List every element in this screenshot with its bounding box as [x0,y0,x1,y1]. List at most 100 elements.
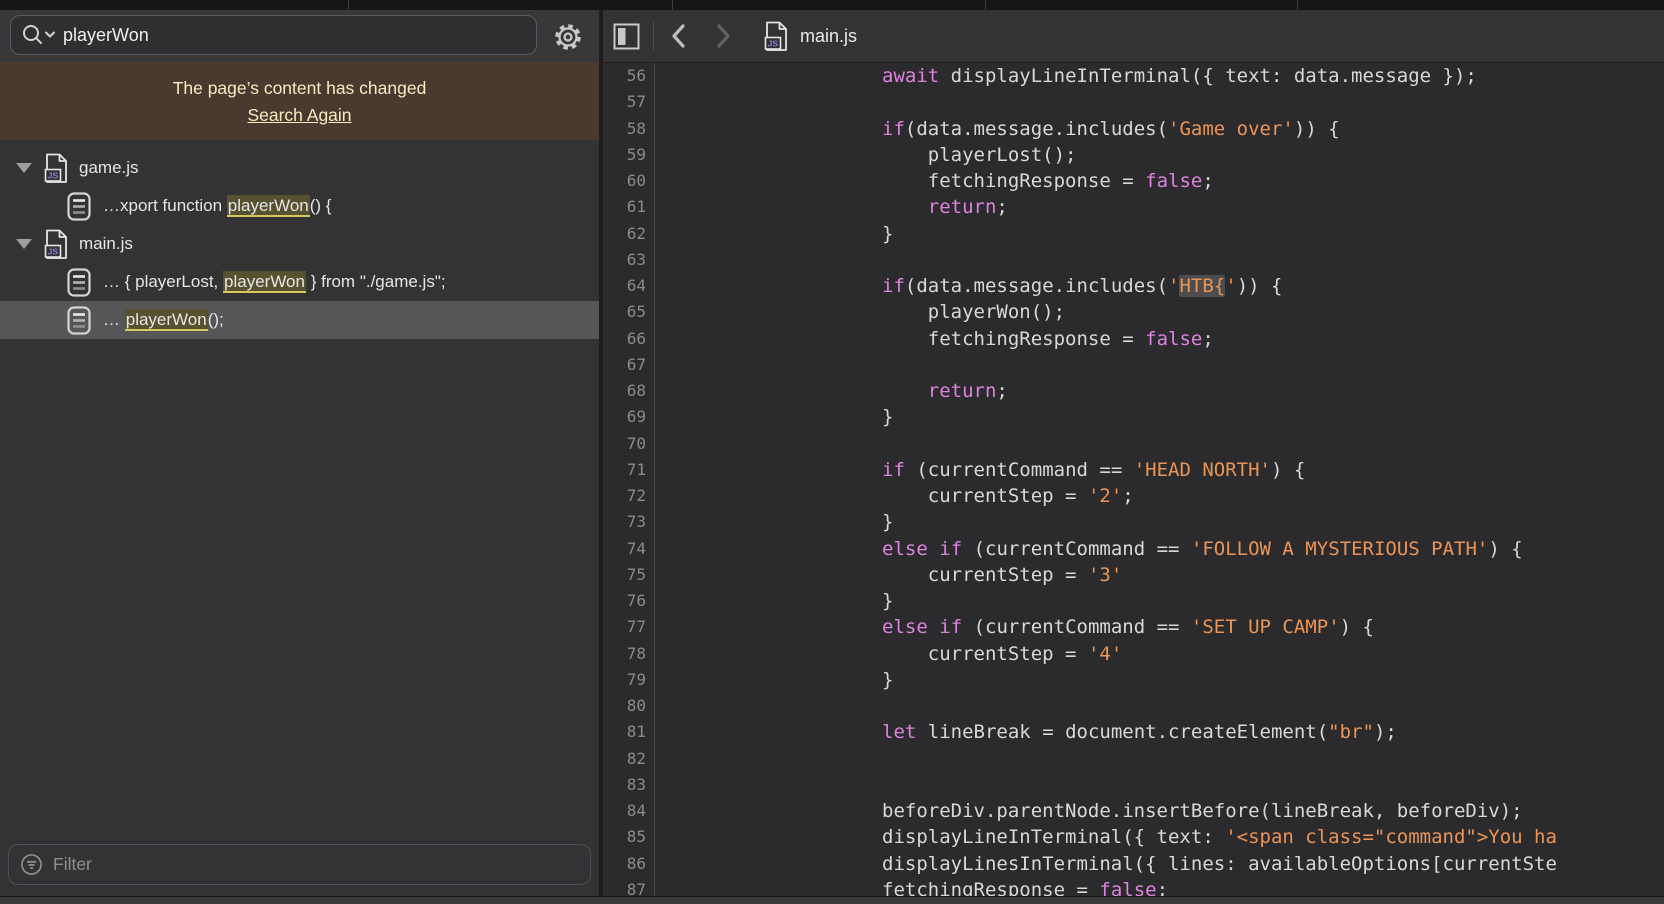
code-line: fetchingResponse = false; [699,326,1664,352]
file-result-label: main.js [79,234,133,254]
code-line: } [699,667,1664,693]
code-line: fetchingResponse = false; [699,877,1664,896]
code-content[interactable]: await displayLineInTerminal({ text: data… [655,63,1664,896]
gear-icon [552,21,584,53]
disclosure-triangle-icon[interactable] [16,239,32,249]
line-number[interactable]: 65 [603,299,646,325]
text-snippet-icon [66,191,92,222]
code-line: return; [699,378,1664,404]
search-again-link[interactable]: Search Again [247,105,351,125]
line-number[interactable]: 71 [603,457,646,483]
code-line [699,431,1664,457]
line-number[interactable]: 73 [603,509,646,535]
code-line: } [699,588,1664,614]
line-number[interactable]: 57 [603,89,646,115]
svg-text:JS: JS [48,246,59,256]
file-tab-main-js[interactable]: JS main.js [763,20,857,53]
line-number[interactable]: 77 [603,614,646,640]
line-number[interactable]: 87 [603,877,646,896]
line-number[interactable]: 75 [603,562,646,588]
inspector-window: playerWon The page’s content has changed… [0,10,1664,896]
search-input[interactable]: playerWon [10,15,537,55]
file-result-row[interactable]: JS main.js [0,225,599,263]
code-line [699,89,1664,115]
bottom-status-strip [0,896,1664,904]
code-line: currentStep = '2'; [699,483,1664,509]
line-number[interactable]: 80 [603,693,646,719]
sidebar-toggle-icon [612,21,641,52]
search-query-text[interactable]: playerWon [63,25,149,46]
text-snippet-icon [66,267,92,298]
line-number[interactable]: 58 [603,116,646,142]
line-number[interactable]: 56 [603,63,646,89]
code-line: if (currentCommand == 'HEAD NORTH') { [699,457,1664,483]
code-line: if(data.message.includes('HTB{')) { [699,273,1664,299]
line-number[interactable]: 86 [603,851,646,877]
chevron-right-icon [712,22,734,50]
line-number[interactable]: 72 [603,483,646,509]
js-file-icon: JS [43,152,70,185]
code-line: currentStep = '3' [699,562,1664,588]
code-line [699,746,1664,772]
code-line: return; [699,194,1664,220]
js-file-icon: JS [763,20,790,53]
line-number[interactable]: 60 [603,168,646,194]
line-number[interactable]: 79 [603,667,646,693]
forward-button[interactable] [712,22,734,50]
file-result-label: game.js [79,158,139,178]
line-number[interactable]: 66 [603,326,646,352]
line-number[interactable]: 67 [603,352,646,378]
line-number[interactable]: 61 [603,194,646,220]
code-line: displayLineInTerminal({ text: '<span cla… [699,824,1664,850]
code-line: currentStep = '4' [699,641,1664,667]
code-line [699,772,1664,798]
search-settings-button[interactable] [551,20,585,54]
code-line: if(data.message.includes('Game over')) { [699,116,1664,142]
match-result-text: … playerWon(); [103,310,224,330]
line-number[interactable]: 81 [603,719,646,745]
line-number[interactable]: 84 [603,798,646,824]
file-result-row[interactable]: JS game.js [0,149,599,187]
line-number[interactable]: 62 [603,221,646,247]
filter-bar: Filter [0,841,599,896]
code-editor[interactable]: 5657585960616263646566676869707172737475… [603,63,1664,896]
line-number[interactable]: 83 [603,772,646,798]
disclosure-triangle-icon[interactable] [16,163,32,173]
line-number[interactable]: 64 [603,273,646,299]
code-line [699,693,1664,719]
match-result-row[interactable]: …xport function playerWon() { [0,187,599,225]
match-result-row[interactable]: … playerWon(); [0,301,599,339]
line-number-gutter[interactable]: 5657585960616263646566676869707172737475… [603,63,655,896]
line-number[interactable]: 85 [603,824,646,850]
code-line: } [699,404,1664,430]
search-results: JSgame.js …xport function playerWon() { … [0,140,599,841]
search-icon[interactable] [21,23,57,47]
text-snippet-icon [66,305,92,336]
match-result-row[interactable]: … { playerLost, playerWon } from "./game… [0,263,599,301]
chevron-left-icon [668,22,690,50]
code-line: beforeDiv.parentNode.insertBefore(lineBr… [699,798,1664,824]
line-number[interactable]: 69 [603,404,646,430]
line-number[interactable]: 76 [603,588,646,614]
line-number[interactable]: 74 [603,536,646,562]
code-line: playerLost(); [699,142,1664,168]
code-line: playerWon(); [699,299,1664,325]
search-sidebar: playerWon The page’s content has changed… [0,10,599,896]
line-number[interactable]: 68 [603,378,646,404]
code-line: let lineBreak = document.createElement("… [699,719,1664,745]
code-line: displayLinesInTerminal({ lines: availabl… [699,851,1664,877]
tab-separator [348,0,349,10]
line-number[interactable]: 82 [603,746,646,772]
line-number[interactable]: 78 [603,641,646,667]
match-highlight: playerWon [125,309,208,331]
filter-input[interactable]: Filter [8,844,591,885]
line-number[interactable]: 70 [603,431,646,457]
code-line: } [699,509,1664,535]
js-file-icon: JS [43,228,70,261]
sidebar-toggle-button[interactable] [612,21,641,52]
line-number[interactable]: 59 [603,142,646,168]
line-number[interactable]: 63 [603,247,646,273]
back-button[interactable] [668,22,690,50]
search-header-bar: playerWon [0,10,599,62]
source-nav-bar: JS main.js [603,10,1664,63]
